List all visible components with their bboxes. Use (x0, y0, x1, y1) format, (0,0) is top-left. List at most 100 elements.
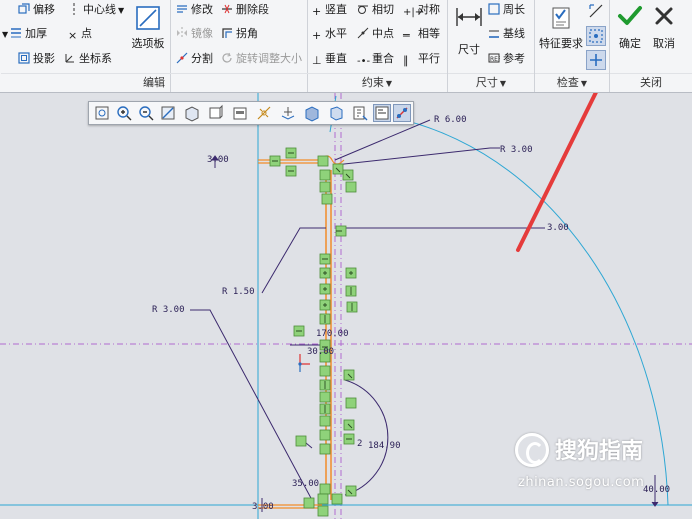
svg-text:REF: REF (490, 56, 500, 63)
dimension-3000[interactable]: 30.00 (307, 347, 334, 357)
group-inspect: 特征要求 检查 ▼ (535, 0, 610, 92)
offset-label: 偏移 (33, 3, 55, 16)
display-style-button[interactable] (183, 104, 201, 122)
centerline-button[interactable]: 中心线 ▼ (68, 1, 124, 19)
coord-sys-button[interactable]: 坐标系 (64, 50, 112, 68)
perimeter-button[interactable]: 周长 (488, 1, 525, 19)
dimension-r300-left[interactable]: R 3.00 (152, 305, 185, 315)
spin-center-button[interactable] (279, 104, 297, 122)
dimension-17000[interactable]: 170.00 (316, 329, 349, 339)
group-inspect-label[interactable]: 检查 ▼ (535, 73, 609, 92)
horizontal-constraint-icon: + (312, 29, 322, 42)
reference-button[interactable]: REF 参考 (488, 50, 525, 68)
offset-button[interactable]: 偏移 (18, 1, 55, 19)
view-manager-button[interactable] (231, 104, 249, 122)
chevron-down-icon[interactable]: ▼ (500, 79, 506, 88)
perimeter-icon (488, 3, 500, 15)
mirror-label: 镜像 (191, 27, 213, 40)
chevron-down-icon[interactable]: ▼ (581, 79, 587, 88)
cancel-button[interactable]: 取消 (648, 4, 680, 51)
dimension-3500[interactable]: 35.00 (292, 479, 319, 489)
perpendicular-label: 垂直 (325, 52, 347, 65)
ok-button[interactable]: 确定 (614, 4, 646, 51)
project-button[interactable]: 投影 (18, 50, 55, 68)
dimension-icon (456, 8, 482, 26)
group-dimension-label[interactable]: 尺寸 ▼ (448, 73, 534, 92)
mirror-button[interactable]: 镜像 (176, 25, 213, 43)
group-close: 确定 取消 关闭 (610, 0, 692, 92)
repaint-icon (161, 106, 175, 120)
feature-requirements-button[interactable]: 特征要求 (537, 6, 585, 51)
sketch-view-button[interactable] (351, 104, 369, 122)
horizontal-constraint-button[interactable]: + 水平 (312, 25, 347, 43)
point-label: 点 (81, 27, 92, 40)
parallel-constraint-button[interactable]: ∥ 平行 (403, 50, 440, 68)
sketch-canvas[interactable]: R 6.00 R 3.00 3.00 3.00 R 1.50 R 3.00 17… (0, 93, 692, 519)
delete-segment-label: 删除段 (236, 3, 269, 16)
dimension-300-left[interactable]: 3.00 (207, 155, 229, 165)
equal-constraint-button[interactable]: ═ 相等 (403, 25, 440, 43)
modify-icon (177, 5, 187, 13)
point-button[interactable]: × 点 (68, 25, 92, 43)
inspect-highlight-button[interactable] (586, 26, 606, 46)
zoom-in-button[interactable] (115, 104, 133, 122)
feature-requirements-label: 特征要求 (539, 37, 583, 50)
display-style-icon (185, 106, 199, 122)
repaint-button[interactable] (159, 104, 177, 122)
inspect-overlap-button[interactable] (587, 2, 605, 20)
vertical-constraint-button[interactable]: + 竖直 (312, 1, 347, 19)
coincident-constraint-button[interactable]: -•- 重合 (357, 50, 394, 68)
saved-orientations-button[interactable] (207, 104, 225, 122)
reference-icon: REF (488, 53, 500, 63)
horizontal-label: 水平 (325, 27, 347, 40)
overlap-icon (589, 4, 603, 18)
inspect-shade-button[interactable] (586, 50, 606, 70)
chevron-down-icon[interactable]: ▼ (118, 6, 124, 15)
palette-button[interactable]: 选项板 (128, 4, 168, 51)
midpoint-constraint-button[interactable]: 中点 (357, 25, 394, 43)
shaded-view-icon (305, 106, 319, 122)
vertical-label: 竖直 (325, 3, 347, 16)
saved-orientations-icon (209, 104, 223, 119)
dimension-300-arc[interactable]: 3.00 (547, 223, 569, 233)
display-dimensions-toggle[interactable] (373, 104, 391, 122)
dimension-r300-top[interactable]: R 3.00 (500, 145, 533, 155)
delete-segment-button[interactable]: 删除段 (221, 1, 269, 19)
dimension-button[interactable]: 尺寸 (452, 6, 486, 57)
zoom-out-button[interactable] (137, 104, 155, 122)
baseline-button[interactable]: 基线 (488, 25, 525, 43)
display-constraints-toggle[interactable] (393, 104, 411, 122)
shaded-view-button[interactable] (303, 104, 321, 122)
watermark-url: zhinan.sogou.com (518, 475, 645, 490)
perpendicular-constraint-button[interactable]: ⊥ 垂直 (312, 50, 347, 68)
watermark-logo-inner (526, 442, 544, 464)
tangent-constraint-button[interactable]: 相切 (357, 1, 394, 19)
orient-view-button[interactable] (327, 104, 345, 122)
centerline-icon (73, 3, 75, 15)
dimension-2[interactable]: 2 (357, 439, 362, 449)
symmetric-constraint-button[interactable]: +|+对称 (403, 1, 440, 19)
rotate-resize-button[interactable]: 旋转调整大小 (221, 50, 302, 68)
modify-button[interactable]: 修改 (176, 1, 213, 19)
constraints-display-icon (396, 107, 408, 119)
zoom-in-icon (117, 106, 132, 121)
zoom-out-icon (139, 106, 154, 121)
dimension-4000[interactable]: 40.00 (643, 485, 670, 495)
datum-display-button[interactable] (255, 104, 273, 122)
group-constraint-label[interactable]: 约束 ▼ (307, 73, 447, 92)
dimension-18490[interactable]: 184.90 (368, 441, 401, 451)
chevron-down-icon[interactable]: ▼ (386, 79, 392, 88)
dimension-300-bottom[interactable]: 3.00 (252, 502, 274, 512)
corner-button[interactable]: 拐角 (221, 25, 258, 43)
coord-sys-label: 坐标系 (79, 52, 112, 65)
refit-button[interactable] (93, 104, 111, 122)
ribbon: 偏移 中心线 ▼ ▼ 加厚 × 点 投影 坐标系 选项板 修改 删除段 镜像 拐… (0, 0, 692, 93)
divide-button[interactable]: 分割 (176, 50, 213, 68)
dimension-r600[interactable]: R 6.00 (434, 115, 467, 125)
dimensions-display-icon (375, 106, 389, 120)
thicken-button[interactable]: ▼ 加厚 (2, 25, 47, 43)
dimension-r150[interactable]: R 1.50 (222, 287, 255, 297)
chevron-down-icon[interactable]: ▼ (2, 30, 8, 39)
zoom-fit-icon (95, 106, 109, 120)
coincident-label: 重合 (372, 52, 394, 65)
